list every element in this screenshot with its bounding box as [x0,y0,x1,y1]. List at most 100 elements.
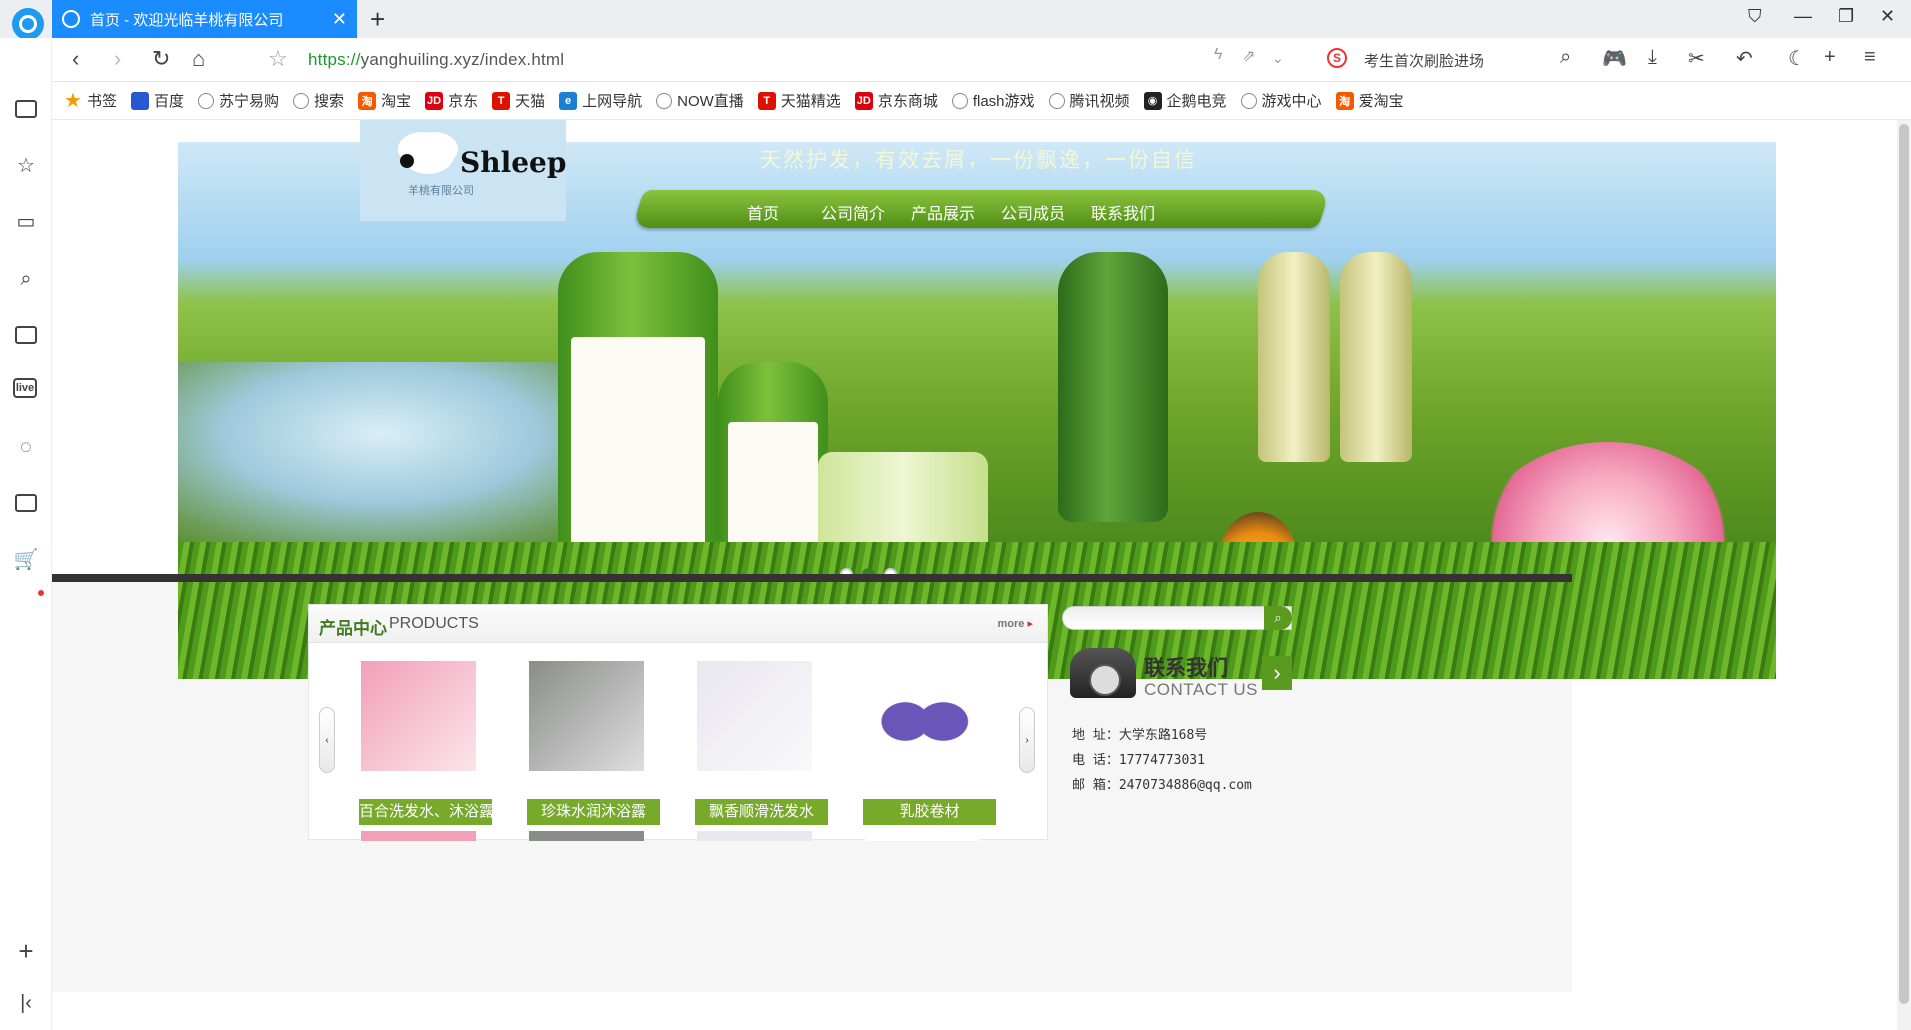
banner-carousel[interactable]: 天然护发，有效去屑，一份飘逸，一份自信 首页 公司简介 产品展示 公司成员 联系我们 [178,142,1776,679]
bookmark-item[interactable]: 苏宁易购 [198,90,279,111]
news-icon[interactable] [13,96,39,122]
bookmark-item[interactable]: ★ 书签 [64,90,118,112]
chevron-down-icon[interactable]: ⌄ [1272,50,1284,67]
night-mode-icon[interactable]: ☾ [1788,46,1806,71]
reader-icon[interactable]: ▭ [13,208,39,234]
forward-icon[interactable]: › [114,46,121,72]
products-title-en: PRODUCTS [389,615,479,632]
main-nav: 首页 公司简介 产品展示 公司成员 联系我们 [718,194,1168,230]
bookmark-label: 天猫精选 [780,93,841,110]
live-icon[interactable]: live [13,378,37,398]
add-icon[interactable]: + [1824,46,1836,69]
bookmark-item[interactable]: 🐾 百度 [131,90,184,111]
product-caption[interactable]: 乳胶卷材 [863,799,996,825]
bookmark-item[interactable]: 腾讯视频 [1048,90,1130,111]
video-icon[interactable] [13,322,39,348]
tmall-icon: T [492,91,511,110]
bookmark-item[interactable]: 淘爱淘宝 [1335,90,1404,111]
jd-icon: JD [425,91,444,110]
site-search-input[interactable] [1062,606,1292,630]
browser-titlebar: 首页 - 欢迎光临羊桃有限公司 ✕ + ⛉ — ❐ ✕ [0,0,1911,40]
products-more-link[interactable]: more [998,617,1033,630]
products-next-button[interactable]: › [1019,707,1035,773]
url-path: yanghuiling.xyz/index.html [360,50,565,69]
download-icon[interactable]: ⤓ [1648,46,1657,69]
product-image[interactable] [529,661,644,771]
bookmark-item[interactable]: JD 京东 [425,90,478,111]
contact-address: 地 址：大学东路168号 [1072,728,1208,743]
product-image[interactable] [865,661,980,771]
nav-item[interactable]: 产品展示 [898,194,988,230]
nav-item[interactable]: 公司简介 [808,194,898,230]
bookmark-label: 书签 [87,93,118,110]
bookmark-label: 京东商城 [877,93,938,110]
product-image[interactable] [361,661,476,771]
scissors-icon[interactable]: ✂ [1688,46,1705,71]
product-caption[interactable]: 珍珠水润沐浴露 [527,799,660,825]
products-title-cn: 产品中心 [319,619,387,638]
bookmark-item[interactable]: JD 京东商城 [854,90,938,111]
back-icon[interactable]: ‹ [72,46,79,72]
bookmark-item[interactable]: T 天猫精选 [757,90,841,111]
close-window-button[interactable]: ✕ [1880,6,1895,27]
contact-arrow-button[interactable]: › [1262,656,1292,690]
reload-icon[interactable]: ↻ [152,46,170,72]
home-icon[interactable]: ⌂ [192,46,205,72]
scrollbar-thumb[interactable] [1899,124,1909,1004]
bookmark-item[interactable]: NOW直播 [656,90,744,111]
undo-icon[interactable]: ↶ [1736,46,1753,71]
bookmark-item[interactable]: 游戏中心 [1240,90,1322,111]
site-logo[interactable]: Shleep 羊桃有限公司 [360,120,566,221]
bookmark-item[interactable]: 淘淘宝 [358,90,411,111]
url-input[interactable]: https://yanghuiling.xyz/index.html [308,50,564,70]
products-prev-button[interactable]: ‹ [319,707,335,773]
bookmark-item[interactable]: e 上网导航 [559,90,642,111]
globe-icon [1240,92,1257,109]
cart-icon[interactable]: 🛒 [13,546,39,572]
browser-logo-icon[interactable] [12,8,44,40]
favorites-icon[interactable]: ☆ [13,152,39,178]
product-image[interactable] [697,661,812,771]
nav-item[interactable]: 首页 [718,194,808,230]
products-panel: 产品中心 PRODUCTS more ‹ › 百合洗发水、沐浴露套 珍珠水润沐浴露… [308,604,1048,841]
add-sidebar-icon[interactable]: + [13,936,39,966]
skin-icon[interactable]: ⛉ [1748,6,1762,27]
site-search-button[interactable]: ⌕ [1264,606,1292,630]
product-image-next-row [361,831,476,841]
menu-icon[interactable]: ≡ [1864,46,1876,69]
banner-bottle [1058,252,1168,522]
search-icon[interactable]: ⌕ [1560,46,1571,69]
bookmark-item[interactable]: ◉ 企鹅电竞 [1143,90,1227,111]
bookmark-label: 京东 [448,93,479,110]
globe-icon [1048,92,1065,109]
bookmark-item[interactable]: 搜索 [293,90,344,111]
nav-item[interactable]: 公司成员 [988,194,1078,230]
search-sidebar-icon[interactable]: ⌕ [13,266,39,292]
restore-button[interactable]: ❐ [1838,6,1854,27]
mail-icon[interactable] [13,490,39,516]
bookmark-item[interactable]: flash游戏 [951,90,1035,111]
sheep-head [400,154,414,168]
web-page: 天然护发，有效去屑，一份飘逸，一份自信 首页 公司简介 产品展示 公司成员 联系我们 S… [52,120,1897,1030]
share-icon[interactable]: ⇗ [1242,46,1255,66]
favorite-star-icon[interactable]: ☆ [268,46,288,72]
search-hint[interactable]: 考生首次刷脸进场 [1364,50,1484,71]
nav-item[interactable]: 联系我们 [1078,194,1168,230]
collapse-sidebar-icon[interactable]: |‹ [13,990,39,1016]
product-caption[interactable]: 百合洗发水、沐浴露套 [359,799,492,825]
minimize-button[interactable]: — [1794,6,1812,27]
tab-active[interactable]: 首页 - 欢迎光临羊桃有限公司 ✕ [52,0,357,38]
bookmark-label: 淘宝 [381,93,412,110]
ie-icon: e [559,91,578,110]
lightning-icon[interactable]: ϟ [1214,46,1222,64]
search-engine-icon[interactable]: S [1327,48,1347,68]
close-tab-icon[interactable]: ✕ [332,9,347,30]
globe-icon [62,10,80,28]
game-icon[interactable]: 🎮 [1602,46,1627,71]
new-tab-button[interactable]: + [370,4,385,35]
penguin-icon: ◉ [1143,91,1162,110]
bookmark-item[interactable]: T 天猫 [492,90,545,111]
product-caption[interactable]: 飘香顺滑洗发水 [695,799,828,825]
chat-icon[interactable]: ◌ [13,434,39,460]
product-image-next-row [697,831,812,841]
